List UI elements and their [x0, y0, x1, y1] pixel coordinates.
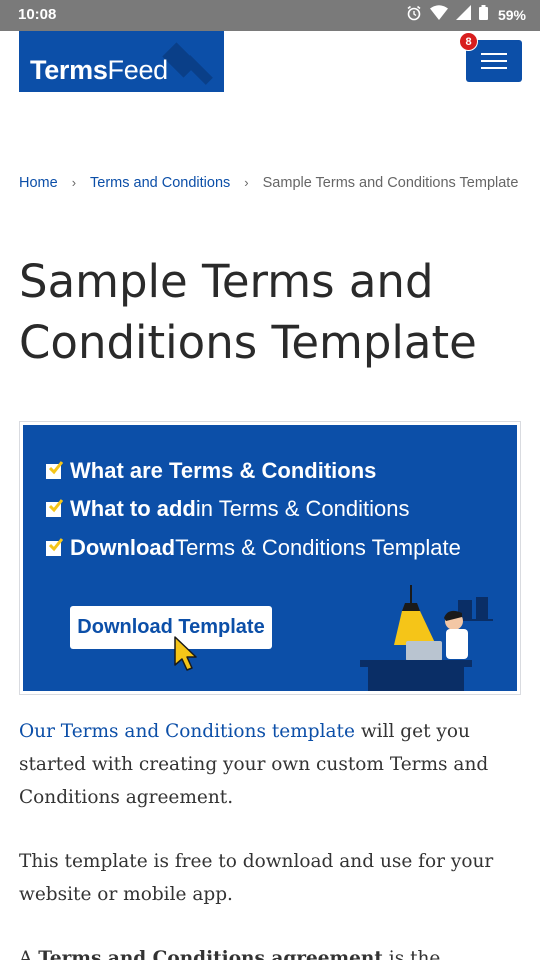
checkbox-icon — [46, 498, 63, 517]
banner-item-rest: Terms & Conditions Template — [175, 535, 461, 560]
breadcrumb-current: Sample Terms and Conditions Template — [262, 175, 519, 191]
breadcrumb-separator: › — [71, 175, 77, 190]
breadcrumb-terms[interactable]: Terms and Conditions — [90, 175, 230, 191]
download-template-button[interactable]: Download Template — [70, 606, 272, 649]
banner-item-bold: Download — [70, 535, 176, 560]
termsfeed-logo[interactable]: TermsFeed — [19, 31, 224, 92]
banner-item-bold: What are Terms & Conditions — [70, 458, 377, 483]
breadcrumb-home[interactable]: Home — [19, 175, 58, 191]
definition-paragraph: A Terms and Conditions agreement is the — [19, 942, 524, 960]
person-at-desk-illustration — [360, 585, 493, 691]
definition-text-bold: Terms and Conditions agreement — [38, 948, 383, 960]
status-time: 10:08 — [18, 6, 57, 23]
free-template-paragraph: This template is free to download and us… — [19, 851, 494, 905]
status-bar: 10:08 59% — [0, 0, 540, 31]
definition-text-start: A — [19, 948, 39, 960]
alarm-icon — [406, 5, 422, 26]
breadcrumb-separator: › — [244, 175, 249, 190]
banner-item: What are Terms & Conditions — [46, 456, 376, 486]
template-link[interactable]: Our Terms and Conditions template — [19, 721, 355, 742]
signal-icon — [455, 5, 471, 25]
logo-text-bold: Terms — [30, 55, 108, 85]
checkbox-icon — [46, 460, 63, 479]
banner-item-bold: What to add — [70, 496, 196, 521]
battery-icon — [478, 5, 488, 25]
cursor-icon — [174, 636, 197, 671]
notification-badge: 8 — [459, 32, 478, 51]
status-icons: 59% — [406, 5, 526, 25]
logo-text-thin: Feed — [107, 55, 169, 85]
page-title: Sample Terms and Conditions Template — [19, 255, 477, 369]
checkbox-icon — [46, 537, 63, 556]
intro-paragraph: Our Terms and Conditions template will g… — [19, 715, 524, 814]
banner-item: What to add in Terms & Conditions — [46, 494, 409, 524]
promo-banner[interactable]: What are Terms & Conditions What to add … — [23, 425, 517, 691]
logo-text: TermsFeed — [30, 55, 168, 86]
definition-text-rest: is the — [382, 948, 441, 960]
gavel-icon — [162, 42, 213, 85]
banner-item-rest: in Terms & Conditions — [195, 496, 410, 521]
banner-item: Download Terms & Conditions Template — [46, 533, 461, 563]
breadcrumb: Home › Terms and Conditions › Sample Terms a… — [19, 170, 519, 196]
battery-percent: 59% — [497, 7, 526, 23]
wifi-icon — [429, 5, 448, 25]
